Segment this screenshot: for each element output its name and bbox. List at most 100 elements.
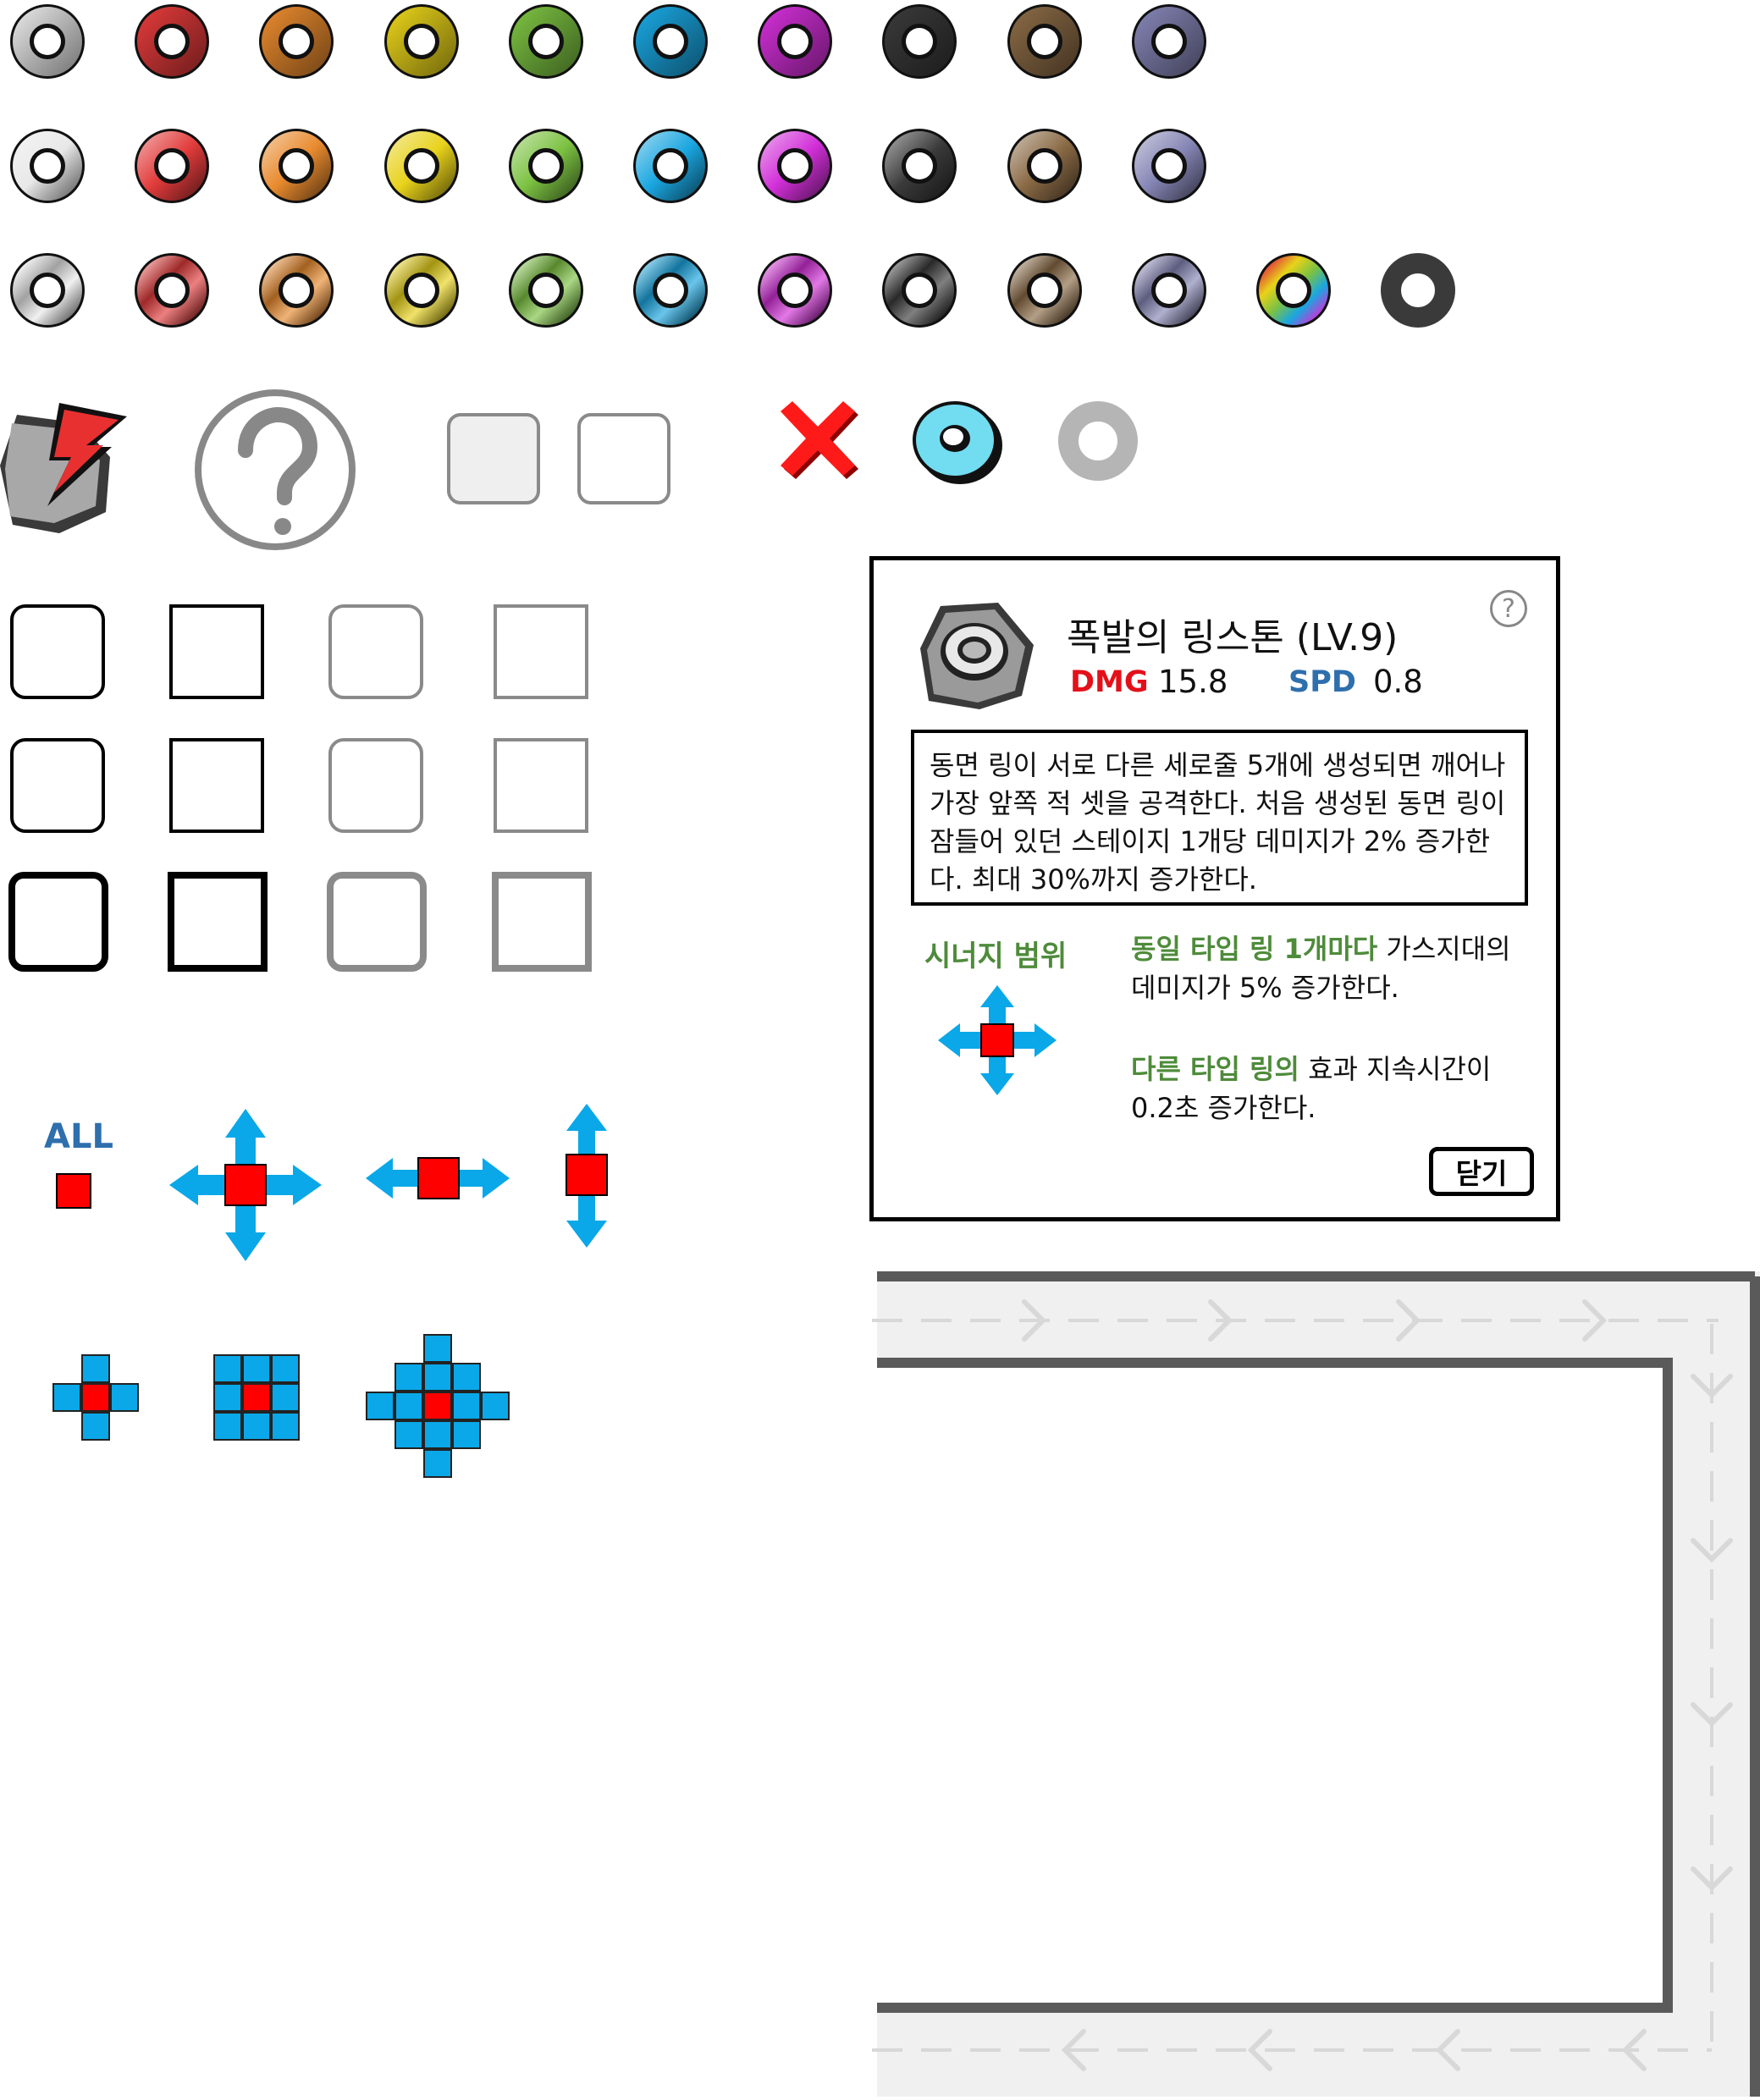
synergy-effect-other-type: 다른 타입 링의 효과 지속시간이 0.2초 증가한다. (1131, 1050, 1529, 1127)
ring-orange-v3-icon (257, 251, 335, 329)
dmg-value: 15.8 (1158, 664, 1228, 700)
close-x-icon[interactable] (777, 401, 865, 482)
ring-magenta-v3-icon (756, 251, 834, 329)
range-tile (271, 1412, 300, 1441)
ring-brown-v3-icon (1006, 251, 1084, 329)
range-vertical-arrow-icon (564, 1104, 610, 1248)
ring-red-v3-icon (133, 251, 211, 329)
range-tile (452, 1392, 481, 1420)
ring-white-v1-icon (8, 3, 86, 80)
slot-frame-square-black-r2 (169, 738, 264, 833)
range-all-icon (56, 1173, 91, 1209)
slot-frame-square-gray-r2 (494, 738, 588, 833)
ring-orange-v1-icon (257, 3, 335, 80)
ring-black-v3-icon (880, 251, 958, 329)
ring-rainbow-icon (1255, 251, 1332, 329)
slot-frame-rounded-black-r2 (10, 738, 105, 833)
help-icon[interactable]: ? (1490, 590, 1527, 627)
ring-plain-dark-icon (1379, 251, 1457, 329)
ring-blue-v2-icon (632, 127, 709, 205)
synergy-effect-same-type-highlight: 동일 타입 링 1개마다 (1131, 933, 1378, 965)
range-tile (81, 1383, 110, 1412)
range-tile (242, 1383, 271, 1412)
slot-frame-rounded-black-r1 (10, 604, 105, 699)
ring-blue-v1-icon (632, 3, 709, 80)
dmg-label: DMG (1070, 665, 1149, 699)
range-tile (452, 1363, 481, 1392)
cyan-ring-icon (909, 396, 1004, 488)
range-tile (242, 1412, 271, 1441)
synergy-range-title: 시너지 범위 (924, 940, 1068, 973)
range-tile (213, 1354, 242, 1383)
range-tile (366, 1392, 394, 1420)
range-tile (423, 1449, 452, 1478)
popup-title: 폭발의 링스톤 (LV.9) (1067, 616, 1399, 659)
close-button[interactable]: 닫기 (1429, 1147, 1534, 1196)
range-tile (394, 1392, 423, 1420)
range-tile (110, 1383, 139, 1412)
lightning-rock-icon (0, 398, 127, 533)
ring-green-v3-icon (507, 251, 585, 329)
ring-orange-v2-icon (257, 127, 335, 205)
ring-yellow-v1-icon (383, 3, 461, 80)
range-tile (213, 1412, 242, 1441)
slot-frame-rounded-gray-r1 (328, 604, 423, 699)
slot-frame-square-gray-r1 (494, 604, 588, 699)
slot-frame-square-black-r1 (169, 604, 264, 699)
range-tile (394, 1420, 423, 1449)
ring-blue-v3-icon (632, 251, 709, 329)
range-horizontal-arrow-icon (366, 1156, 510, 1200)
slot-empty-icon (577, 413, 670, 504)
spd-label: SPD (1288, 665, 1356, 699)
range-tile (423, 1363, 452, 1392)
slot-frame-square-gray-r3 (492, 872, 592, 972)
ring-green-v1-icon (507, 3, 585, 80)
range-tile (81, 1354, 110, 1383)
ring-purple-v1-icon (1130, 3, 1208, 80)
synergy-effect-same-type: 동일 타입 링 1개마다 가스지대의 데미지가 5% 증가한다. (1131, 929, 1529, 1007)
range-tile (452, 1420, 481, 1449)
ring-white-v2-icon (8, 127, 86, 205)
ring-purple-v2-icon (1130, 127, 1208, 205)
ring-red-v1-icon (133, 3, 211, 80)
ring-yellow-v3-icon (383, 251, 461, 329)
ring-brown-v2-icon (1006, 127, 1084, 205)
item-info-popup: 폭발의 링스톤 (LV.9) ? DMG 15.8 SPD 0.8 동면 링이 … (869, 556, 1560, 1221)
question-circle-icon (193, 388, 357, 552)
slot-frame-rounded-gray-r2 (328, 738, 423, 833)
enemy-path-track (872, 1271, 1760, 2097)
range-tile (423, 1392, 452, 1420)
range-tile (271, 1354, 300, 1383)
ring-white-v3-icon (8, 251, 86, 329)
slot-frame-square-black-r3 (168, 872, 268, 972)
ring-green-v2-icon (507, 127, 585, 205)
range-tile (213, 1383, 242, 1412)
range-tile (81, 1412, 110, 1441)
range-tile (271, 1383, 300, 1412)
ring-magenta-v1-icon (756, 3, 834, 80)
range-cross-arrow-icon (169, 1109, 322, 1261)
slot-filled-icon (447, 413, 540, 504)
synergy-effect-other-type-highlight: 다른 타입 링의 (1131, 1053, 1299, 1085)
ring-black-v1-icon (880, 3, 958, 80)
range-tile (481, 1392, 510, 1420)
range-tile (242, 1354, 271, 1383)
ring-yellow-v2-icon (383, 127, 461, 205)
gray-ring-icon (1058, 401, 1138, 481)
range-tile (423, 1334, 452, 1363)
ring-magenta-v2-icon (756, 127, 834, 205)
synergy-range-cross-icon (938, 985, 1057, 1095)
ring-brown-v1-icon (1006, 3, 1084, 80)
ringstone-icon (920, 596, 1039, 709)
ring-black-v2-icon (880, 127, 958, 205)
slot-frame-rounded-gray-r3 (327, 872, 427, 972)
spd-value: 0.8 (1373, 664, 1423, 700)
range-tile (394, 1363, 423, 1392)
slot-frame-rounded-black-r3 (8, 872, 108, 972)
range-tile (52, 1383, 81, 1412)
ring-purple-v3-icon (1130, 251, 1208, 329)
ring-red-v2-icon (133, 127, 211, 205)
range-tile (423, 1420, 452, 1449)
skill-description: 동면 링이 서로 다른 세로줄 5개에 생성되면 깨어나 가장 앞쪽 적 셋을 … (911, 730, 1528, 906)
range-all-label: ALL (44, 1117, 113, 1156)
